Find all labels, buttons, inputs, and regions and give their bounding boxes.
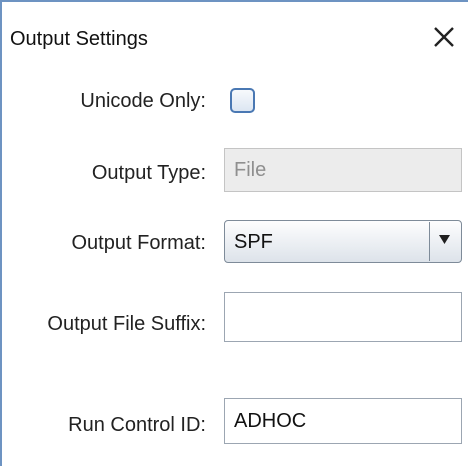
- output-format-label: Output Format:: [71, 232, 207, 254]
- output-format-select[interactable]: SPF: [224, 220, 462, 263]
- output-format-value: SPF: [234, 231, 273, 253]
- run-control-id-label: Run Control ID:: [68, 414, 206, 436]
- triangle-down-icon: [439, 235, 450, 244]
- output-file-suffix-input[interactable]: [224, 292, 462, 342]
- dialog-title: Output Settings: [10, 28, 148, 50]
- unicode-only-label: Unicode Only:: [80, 90, 206, 112]
- output-file-suffix-label: Output File Suffix:: [47, 313, 206, 335]
- output-type-value: File: [234, 158, 267, 181]
- output-type-field: File: [224, 148, 462, 192]
- run-control-id-value: ADHOC: [234, 409, 307, 432]
- close-icon: [434, 27, 454, 47]
- output-settings-dialog: Output Settings Unicode Only: Output Typ…: [0, 0, 468, 466]
- output-type-label: Output Type:: [91, 162, 206, 184]
- run-control-id-input[interactable]: ADHOC: [224, 398, 462, 444]
- output-format-dropdown-button[interactable]: [429, 222, 460, 261]
- close-button[interactable]: [430, 23, 458, 51]
- unicode-only-checkbox[interactable]: [230, 88, 255, 113]
